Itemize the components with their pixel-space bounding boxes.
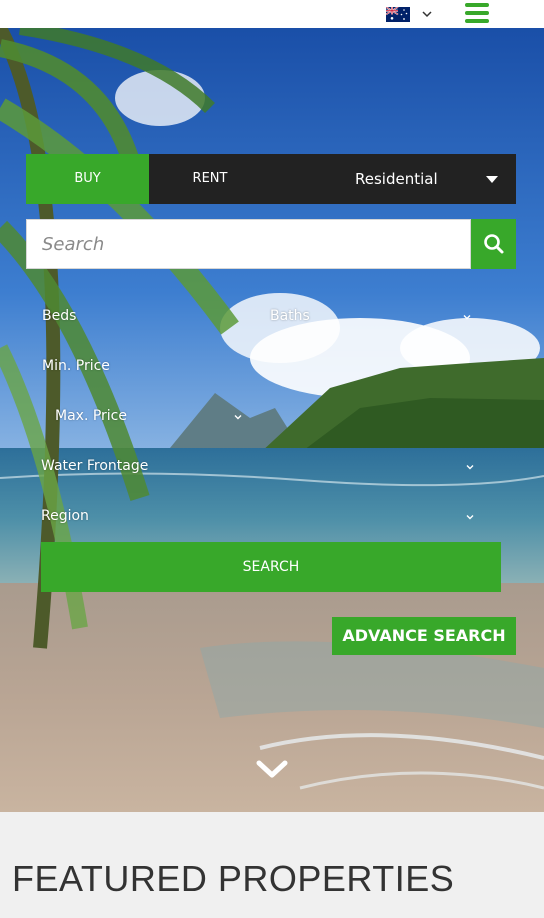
search-input[interactable] [26,219,471,269]
beds-select[interactable]: Beds [42,308,232,328]
chevron-down-icon[interactable] [421,8,433,20]
advance-search-button[interactable]: ADVANCE SEARCH [332,617,516,655]
hamburger-menu-icon[interactable] [464,2,490,24]
min-price-select[interactable]: Min. Price [42,358,242,378]
property-type-value: Residential [355,170,438,188]
max-price-label: Max. Price [55,408,127,424]
baths-select[interactable]: Baths [270,308,472,328]
featured-properties-heading: FEATURED PROPERTIES [12,858,455,899]
search-bar [26,219,516,269]
tab-buy[interactable]: BUY [26,154,149,204]
region-label: Region [41,508,89,524]
water-frontage-label: Water Frontage [41,458,149,474]
tab-rent[interactable]: RENT [149,154,271,204]
scroll-down-chevron-icon[interactable] [255,758,289,780]
top-bar [0,0,544,28]
search-icon [484,234,504,254]
search-submit-button[interactable]: SEARCH [41,542,501,592]
water-frontage-select[interactable]: Water Frontage [41,458,477,478]
search-button[interactable] [471,219,516,269]
baths-label: Baths [270,308,310,324]
max-price-select[interactable]: Max. Price [55,408,245,428]
chevron-down-icon [466,515,474,520]
region-select[interactable]: Region [41,508,477,528]
beds-label: Beds [42,308,77,324]
search-tabs: BUY RENT Residential [26,154,516,204]
min-price-label: Min. Price [42,358,110,374]
australia-flag-icon[interactable] [386,7,410,22]
chevron-down-icon [234,415,242,420]
chevron-down-icon [466,465,474,470]
caret-down-icon [486,176,498,183]
property-type-select[interactable]: Residential [271,154,516,204]
chevron-down-icon [463,315,471,320]
